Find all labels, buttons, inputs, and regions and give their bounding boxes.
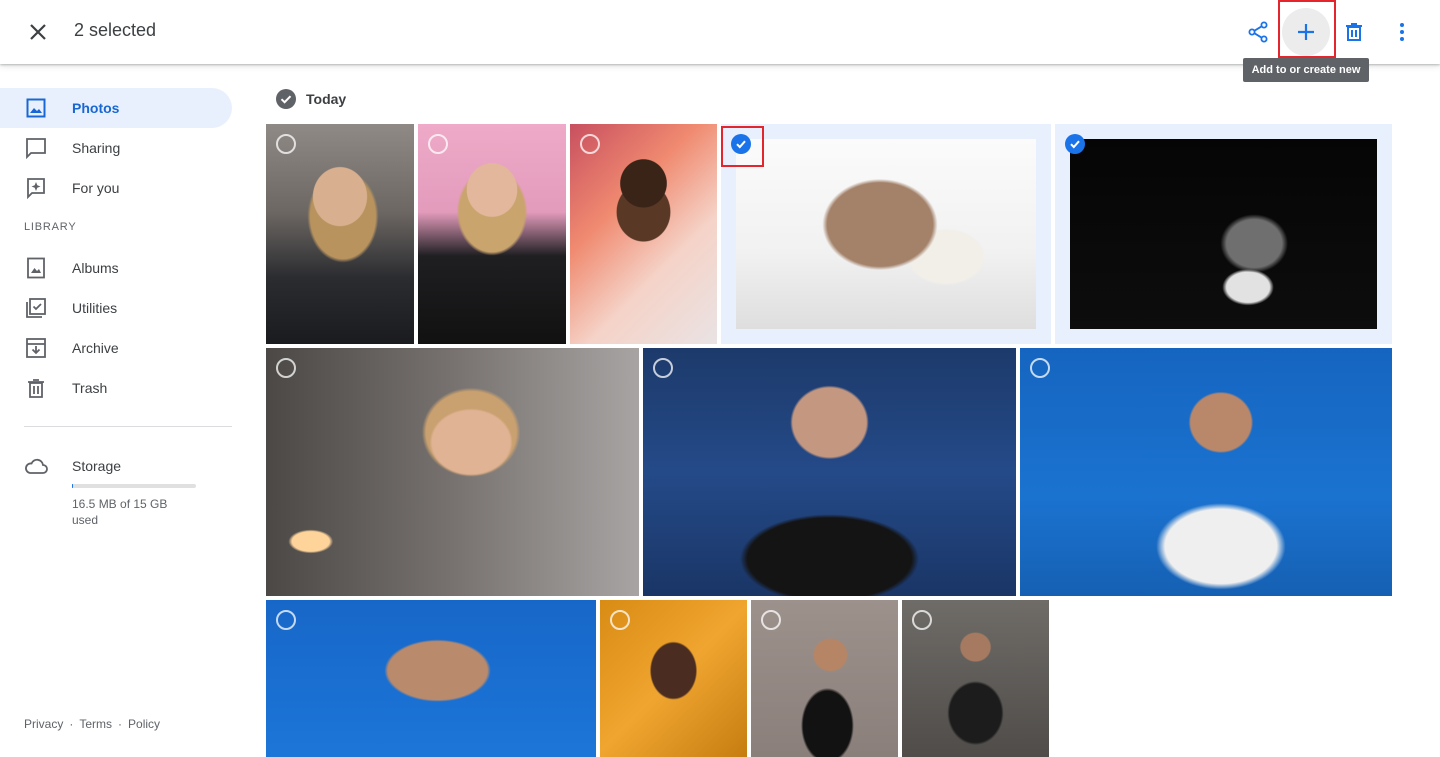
photo-tile[interactable]: [721, 124, 1051, 344]
footer-separator: ·: [69, 717, 74, 731]
photo-thumbnail: [1020, 348, 1392, 596]
library-heading: LIBRARY: [24, 221, 77, 233]
storage-section[interactable]: Storage 16.5 MB of 15 GB used: [0, 454, 232, 534]
select-circle-icon[interactable]: [428, 134, 448, 154]
photo-tile[interactable]: [600, 600, 747, 757]
chat-icon: [24, 136, 48, 160]
photo-tile[interactable]: [570, 124, 717, 344]
photo-tile[interactable]: [1055, 124, 1392, 344]
sidebar-item-label: Utilities: [72, 300, 118, 316]
sidebar-item-label: Photos: [72, 100, 120, 116]
photo-thumbnail: [266, 348, 639, 596]
plus-icon: [1298, 24, 1314, 40]
sidebar-item-label: For you: [72, 180, 120, 196]
sidebar-item-utilities[interactable]: Utilities: [0, 288, 232, 328]
sidebar-item-label: Trash: [72, 380, 108, 396]
select-circle-icon[interactable]: [276, 358, 296, 378]
select-circle-icon[interactable]: [1030, 358, 1050, 378]
album-icon: [24, 256, 48, 280]
sidebar-item-archive[interactable]: Archive: [0, 328, 232, 368]
storage-bar: [72, 484, 196, 488]
add-to-album-button[interactable]: [1282, 8, 1330, 56]
select-circle-icon[interactable]: [276, 134, 296, 154]
archive-icon: [24, 336, 48, 360]
photo-tile[interactable]: [266, 124, 414, 344]
photo-thumbnail: [418, 124, 566, 344]
more-options-button[interactable]: [1378, 8, 1426, 56]
photo-thumbnail: [736, 139, 1036, 329]
selection-count: 2 selected: [74, 20, 157, 40]
sparkle-icon: [24, 176, 48, 200]
sidebar-item-label: Albums: [72, 260, 119, 276]
selected-check-icon[interactable]: [731, 134, 751, 154]
photo-thumbnail: [643, 348, 1016, 596]
sidebar-item-albums[interactable]: Albums: [0, 248, 232, 288]
close-icon: [30, 24, 46, 40]
photo-thumbnail: [570, 124, 717, 344]
select-circle-icon[interactable]: [912, 610, 932, 630]
storage-bar-fill: [72, 484, 73, 488]
sidebar-item-photos[interactable]: Photos: [0, 88, 232, 128]
selection-toolbar: 2 selected: [0, 0, 1440, 64]
utilities-icon: [24, 296, 48, 320]
sidebar-divider: [24, 426, 232, 427]
select-circle-icon[interactable]: [761, 610, 781, 630]
select-circle-icon[interactable]: [653, 358, 673, 378]
photo-thumbnail: [266, 600, 596, 757]
close-selection-button[interactable]: [18, 12, 58, 52]
check-circle-icon[interactable]: [276, 89, 296, 109]
photo-tile[interactable]: [418, 124, 566, 344]
photo-icon: [24, 96, 48, 120]
storage-usage: 16.5 MB of 15 GB used: [72, 497, 168, 527]
trash-icon: [24, 376, 48, 400]
share-button[interactable]: [1234, 8, 1282, 56]
select-circle-icon[interactable]: [610, 610, 630, 630]
photo-thumbnail: [266, 124, 414, 344]
delete-button[interactable]: [1330, 8, 1378, 56]
trash-icon: [1346, 23, 1362, 41]
footer-links: Privacy · Terms · Policy: [24, 717, 160, 731]
terms-link[interactable]: Terms: [79, 717, 112, 731]
policy-link[interactable]: Policy: [128, 717, 160, 731]
footer-separator: ·: [118, 717, 123, 731]
select-circle-icon[interactable]: [276, 610, 296, 630]
photo-tile[interactable]: [266, 600, 596, 757]
sidebar-item-sharing[interactable]: Sharing: [0, 128, 232, 168]
photo-tile[interactable]: [266, 348, 639, 596]
add-tooltip: Add to or create new: [1243, 58, 1369, 82]
photo-tile[interactable]: [902, 600, 1049, 757]
sidebar-item-for-you[interactable]: For you: [0, 168, 232, 208]
date-group-header: Today: [276, 89, 346, 109]
share-icon: [1248, 21, 1268, 43]
cloud-icon: [24, 457, 48, 480]
sidebar: Photos Sharing For you LIBRARY Albums Ut…: [0, 64, 248, 757]
sidebar-item-label: Sharing: [72, 140, 121, 156]
date-heading: Today: [306, 91, 347, 107]
storage-label: Storage: [72, 458, 122, 474]
privacy-link[interactable]: Privacy: [24, 717, 63, 731]
photo-tile[interactable]: [1020, 348, 1392, 596]
selected-check-icon[interactable]: [1065, 134, 1085, 154]
photo-tile[interactable]: [751, 600, 898, 757]
sidebar-item-trash[interactable]: Trash: [0, 368, 232, 408]
photo-tile[interactable]: [643, 348, 1016, 596]
photo-thumbnail: [1070, 139, 1377, 329]
sidebar-item-label: Archive: [72, 340, 119, 356]
more-vertical-icon: [1400, 23, 1404, 41]
select-circle-icon[interactable]: [580, 134, 600, 154]
